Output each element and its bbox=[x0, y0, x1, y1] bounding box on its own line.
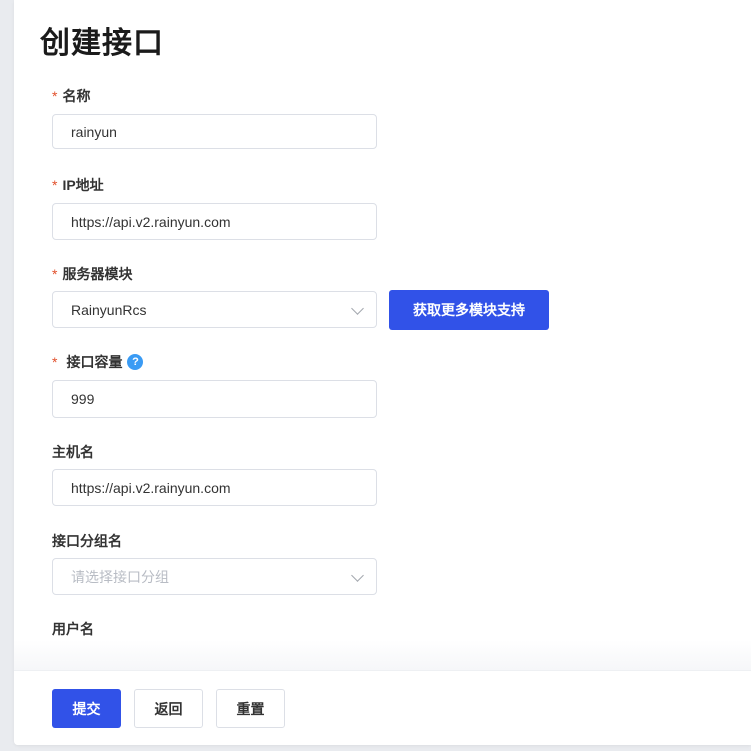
ip-input[interactable] bbox=[52, 203, 377, 240]
capacity-input[interactable] bbox=[52, 380, 377, 418]
more-modules-button[interactable]: 获取更多模块支持 bbox=[389, 290, 549, 330]
submit-button[interactable]: 提交 bbox=[52, 689, 121, 728]
name-input[interactable] bbox=[52, 114, 377, 149]
form-footer: 提交 返回 重置 bbox=[14, 670, 751, 745]
group-select[interactable]: 请选择接口分组 bbox=[52, 558, 377, 595]
chevron-down-icon bbox=[351, 302, 364, 315]
hostname-input[interactable] bbox=[52, 469, 377, 506]
module-label-text: 服务器模块 bbox=[62, 266, 133, 282]
ip-label: * IP地址 bbox=[52, 175, 104, 195]
required-mark: * bbox=[52, 354, 58, 370]
back-button[interactable]: 返回 bbox=[134, 689, 203, 728]
group-label: 接口分组名 bbox=[52, 531, 122, 551]
module-label: * 服务器模块 bbox=[52, 264, 132, 284]
name-label-text: 名称 bbox=[62, 88, 91, 104]
scroll-fade bbox=[14, 640, 751, 670]
group-select-placeholder: 请选择接口分组 bbox=[71, 568, 169, 585]
capacity-label-text: 接口容量 bbox=[66, 354, 123, 370]
group-label-text: 接口分组名 bbox=[52, 533, 122, 549]
required-mark: * bbox=[52, 88, 58, 104]
module-select[interactable]: RainyunRcs bbox=[52, 291, 377, 328]
chevron-down-icon bbox=[351, 569, 364, 582]
capacity-label: * 接口容量 ? bbox=[52, 352, 144, 372]
username-label-text: 用户名 bbox=[52, 621, 94, 637]
page-title: 创建接口 bbox=[40, 27, 164, 60]
form-card: 创建接口 * 名称 * IP地址 * 服务器模块 RainyunRcs 获取更多… bbox=[14, 0, 751, 745]
hostname-label-text: 主机名 bbox=[52, 444, 94, 460]
reset-button[interactable]: 重置 bbox=[216, 689, 285, 728]
username-label: 用户名 bbox=[52, 619, 94, 639]
hostname-label: 主机名 bbox=[52, 442, 94, 462]
required-mark: * bbox=[52, 266, 58, 282]
module-select-value: RainyunRcs bbox=[71, 301, 147, 318]
name-label: * 名称 bbox=[52, 86, 90, 106]
ip-label-text: IP地址 bbox=[62, 177, 104, 193]
help-icon[interactable]: ? bbox=[127, 354, 144, 370]
required-mark: * bbox=[52, 177, 58, 193]
